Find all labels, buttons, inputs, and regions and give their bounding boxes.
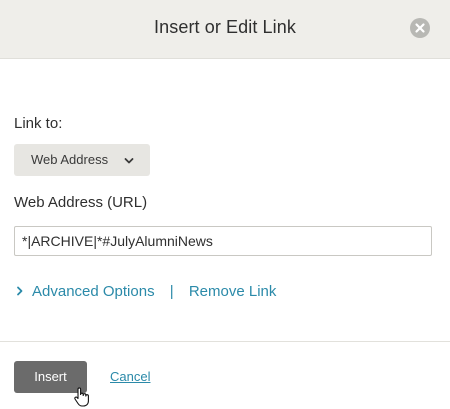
- hand-cursor-icon: [72, 386, 92, 408]
- url-field-label: Web Address (URL): [14, 194, 148, 211]
- link-separator: |: [169, 283, 174, 300]
- advanced-options-toggle[interactable]: Advanced Options: [14, 283, 155, 301]
- options-row: Advanced Options | Remove Link: [14, 283, 276, 301]
- dialog-title: Insert or Edit Link: [154, 17, 296, 37]
- close-button[interactable]: [410, 18, 430, 38]
- advanced-options-label: Advanced Options: [32, 283, 155, 300]
- dialog-header: Insert or Edit Link: [0, 0, 450, 59]
- cancel-link[interactable]: Cancel: [110, 369, 150, 384]
- chevron-down-icon: [123, 154, 135, 172]
- insert-link-dialog: Insert or Edit Link Link to: Web Address…: [0, 0, 450, 409]
- url-input[interactable]: [14, 226, 432, 256]
- remove-link-button[interactable]: Remove Link: [189, 283, 277, 300]
- link-type-selected-value: Web Address: [31, 152, 109, 167]
- link-type-select[interactable]: Web Address: [14, 144, 150, 176]
- chevron-right-icon: [14, 284, 28, 301]
- close-icon: [415, 23, 425, 33]
- link-to-label: Link to:: [14, 115, 63, 132]
- footer-divider: [0, 341, 450, 342]
